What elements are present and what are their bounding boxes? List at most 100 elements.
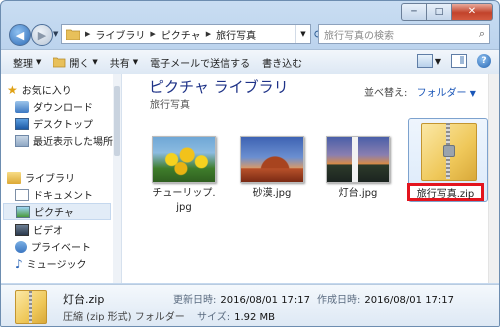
close-button[interactable]: ✕ xyxy=(451,3,493,21)
share-button[interactable]: 共有 ▼ xyxy=(110,55,138,70)
arrange-label: 並べ替え: xyxy=(364,88,408,99)
star-icon: ★ xyxy=(7,82,18,97)
content-pane: ピクチャ ライブラリ 旅行写真 並べ替え: フォルダー ▼ チューリップ. jp… xyxy=(122,74,499,283)
help-icon[interactable]: ? xyxy=(477,54,491,68)
nav-item-downloads[interactable]: ダウンロード xyxy=(15,99,93,114)
private-library-icon xyxy=(15,240,27,253)
music-note-icon: ♪ xyxy=(15,256,23,271)
file-item-lighthouse[interactable]: 灯台.jpg xyxy=(321,136,395,201)
search-placeholder: 旅行写真の検索 xyxy=(324,30,394,42)
nav-label: ミュージック xyxy=(26,260,87,271)
nav-label: プライベート xyxy=(31,243,91,254)
lighthouse-thumbnail xyxy=(326,136,390,183)
burn-label: 書き込む xyxy=(262,58,303,70)
change-view-button[interactable]: ▼ xyxy=(416,54,441,68)
zip-rename-field[interactable]: 旅行写真.zip xyxy=(407,183,484,201)
chevron-down-icon: ▼ xyxy=(132,58,139,66)
breadcrumb-libraries[interactable]: ライブラリ xyxy=(95,27,145,42)
chevron-down-icon: ▼ xyxy=(36,58,42,66)
breadcrumb-separator-icon[interactable]: ▶ xyxy=(85,30,90,38)
downloads-icon xyxy=(15,100,29,113)
nav-item-music[interactable]: ♪ ミュージック xyxy=(15,256,87,272)
nav-item-documents[interactable]: ドキュメント xyxy=(15,187,93,202)
content-scrollbar[interactable] xyxy=(488,74,499,283)
forward-arrow-icon: ▶ xyxy=(37,28,47,42)
library-subtitle: 旅行写真 xyxy=(150,100,190,111)
folder-icon xyxy=(66,29,80,40)
address-row: ◀ ▶ ▼ ▶ ライブラリ ▶ ピクチャ ▶ 旅行写真 ▼ ⟳ 旅行写真の検索 … xyxy=(1,21,499,47)
burn-button[interactable]: 書き込む xyxy=(262,55,302,70)
arrange-by: 並べ替え: フォルダー ▼ xyxy=(364,84,476,99)
desktop-icon xyxy=(15,117,29,130)
details-created: 作成日時: 2016/08/01 17:17 xyxy=(317,295,455,306)
maximize-button[interactable]: □ xyxy=(426,3,451,21)
address-dropdown-icon[interactable]: ▼ xyxy=(295,25,310,43)
search-input[interactable]: 旅行写真の検索 ⌕ xyxy=(318,24,490,44)
nav-item-favorites[interactable]: ★ お気に入り xyxy=(7,82,72,98)
open-label: 開く xyxy=(69,58,90,70)
back-button[interactable]: ◀ xyxy=(9,24,31,46)
forward-button[interactable]: ▶ xyxy=(31,24,53,46)
videos-icon xyxy=(15,223,29,236)
nav-label: ライブラリ xyxy=(25,174,75,185)
command-bar: 整理 ▼ 開く ▼ 共有 ▼ 電子メールで送信する 書き込む ▼ ? xyxy=(1,49,499,75)
file-label: チューリップ. jpg xyxy=(152,188,216,213)
nav-label: 最近表示した場所 xyxy=(33,137,113,148)
nav-scroll-thumb[interactable] xyxy=(114,86,120,156)
open-button[interactable]: 開く ▼ xyxy=(53,55,98,70)
details-pane: 灯台.zip 圧縮 (zip 形式) フォルダー 更新日時: 2016/08/01… xyxy=(1,284,499,326)
open-folder-icon xyxy=(53,57,66,67)
nav-item-private[interactable]: プライベート xyxy=(15,239,91,254)
breadcrumb: ▶ ライブラリ ▶ ピクチャ ▶ 旅行写真 xyxy=(80,27,256,42)
nav-item-libraries[interactable]: ライブラリ xyxy=(7,170,75,185)
nav-label: ドキュメント xyxy=(33,191,93,202)
nav-scrollbar[interactable] xyxy=(113,74,121,283)
zip-folder-icon xyxy=(15,290,47,324)
details-file-name: 灯台.zip xyxy=(63,293,105,306)
search-icon[interactable]: ⌕ xyxy=(479,27,485,41)
chevron-down-icon[interactable]: ▼ xyxy=(470,89,476,98)
organize-button[interactable]: 整理 ▼ xyxy=(13,55,41,70)
minimize-button[interactable]: ─ xyxy=(401,3,426,21)
file-item-tulip[interactable]: チューリップ. jpg xyxy=(147,136,221,215)
details-size: サイズ: 1.92 MB xyxy=(197,312,276,323)
nav-item-pictures[interactable]: ピクチャ xyxy=(3,203,111,220)
preview-pane-icon[interactable] xyxy=(451,54,467,68)
desert-thumbnail xyxy=(240,136,304,183)
breadcrumb-pictures[interactable]: ピクチャ xyxy=(161,27,201,42)
nav-label: ビデオ xyxy=(33,226,63,237)
documents-icon xyxy=(15,188,29,201)
breadcrumb-separator-icon[interactable]: ▶ xyxy=(150,30,155,38)
file-item-desert[interactable]: 砂漠.jpg xyxy=(235,136,309,201)
nav-label: ダウンロード xyxy=(33,103,93,114)
tulip-thumbnail xyxy=(152,136,216,183)
arrange-value[interactable]: フォルダー xyxy=(417,88,467,99)
zip-folder-icon xyxy=(411,117,485,183)
breadcrumb-travel-photos[interactable]: 旅行写真 xyxy=(216,27,256,42)
nav-label: お気に入り xyxy=(21,86,72,97)
view-icon xyxy=(416,54,433,68)
nav-label: ピクチャ xyxy=(34,208,74,219)
library-icon xyxy=(7,171,21,184)
caption-buttons: ─ □ ✕ xyxy=(401,3,493,21)
email-button[interactable]: 電子メールで送信する xyxy=(150,55,250,70)
nav-label: デスクトップ xyxy=(33,120,93,131)
back-arrow-icon: ◀ xyxy=(15,28,25,42)
history-dropdown-icon[interactable]: ▼ xyxy=(53,30,58,38)
nav-item-recent[interactable]: 最近表示した場所 xyxy=(15,133,113,148)
nav-item-desktop[interactable]: デスクトップ xyxy=(15,116,93,131)
organize-label: 整理 xyxy=(13,58,33,70)
chevron-down-icon: ▼ xyxy=(434,56,441,66)
email-label: 電子メールで送信する xyxy=(150,58,251,70)
address-bar[interactable]: ▶ ライブラリ ▶ ピクチャ ▶ 旅行写真 ▼ xyxy=(61,24,311,44)
library-title: ピクチャ ライブラリ xyxy=(149,78,289,96)
chevron-down-icon: ▼ xyxy=(92,58,98,66)
recent-places-icon xyxy=(15,134,29,147)
file-label: 砂漠.jpg xyxy=(252,188,292,199)
pictures-icon xyxy=(16,205,30,218)
breadcrumb-separator-icon[interactable]: ▶ xyxy=(206,30,211,38)
nav-item-videos[interactable]: ビデオ xyxy=(15,222,63,237)
details-file-type: 圧縮 (zip 形式) フォルダー xyxy=(63,312,185,323)
details-modified: 更新日時: 2016/08/01 17:17 xyxy=(173,295,311,306)
toolbar-right: ▼ ? xyxy=(416,54,491,68)
